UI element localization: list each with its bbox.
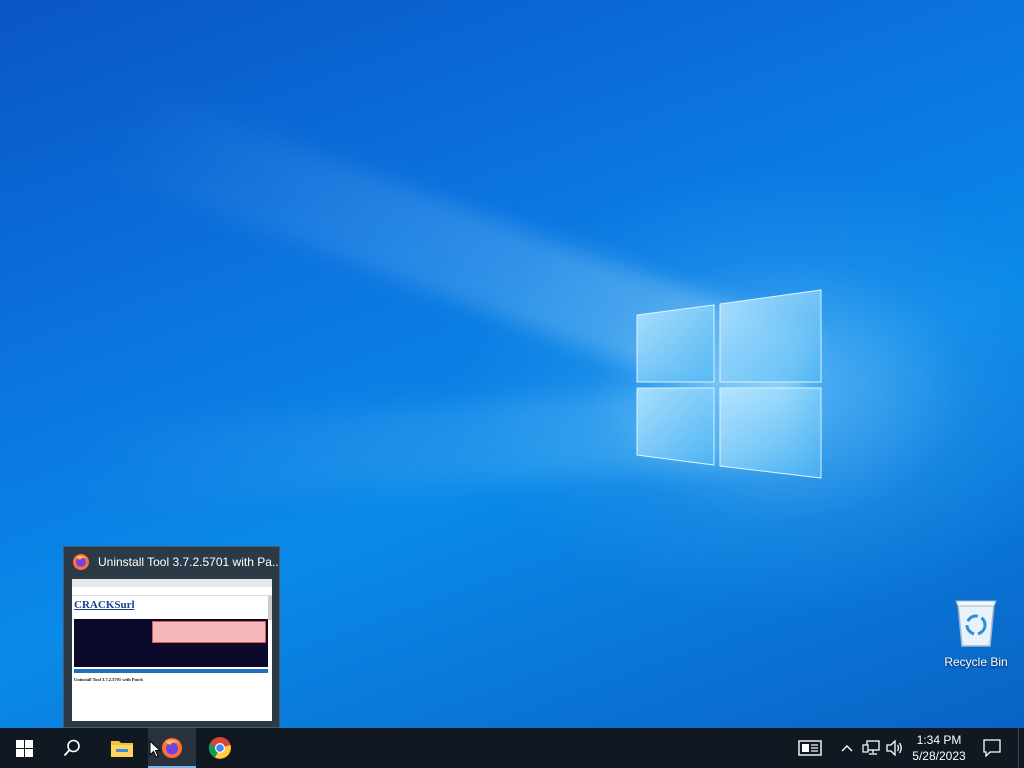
firefox-icon (162, 738, 182, 758)
volume-button[interactable] (884, 728, 906, 768)
windows-start-icon (15, 739, 33, 757)
recycle-bin-icon (955, 600, 997, 647)
start-button[interactable] (0, 728, 48, 768)
network-button[interactable] (860, 728, 882, 768)
taskbar-file-explorer[interactable] (98, 728, 146, 768)
thumbnail-banner (74, 619, 268, 667)
desktop-icon-recycle-bin[interactable]: Recycle Bin (938, 598, 1014, 676)
desktop-background: Recycle Bin Uninstall Tool 3.7.2.5701 wi… (0, 0, 1024, 728)
mouse-cursor-icon (149, 740, 161, 758)
network-icon (862, 740, 880, 755)
chevron-up-icon (841, 745, 853, 752)
thumbnail-scrollbar (268, 596, 272, 620)
news-icon (798, 740, 822, 756)
thumbnail-url-bar (72, 587, 272, 596)
taskbar-thumbnail-preview[interactable]: Uninstall Tool 3.7.2.5701 with Pa... CRA… (63, 546, 280, 728)
news-and-interests-button[interactable] (794, 728, 826, 768)
show-hidden-icons-button[interactable] (837, 728, 857, 768)
clock-date: 5/28/2023 (912, 749, 966, 763)
action-center-button[interactable] (978, 728, 1006, 768)
folder-icon (111, 741, 133, 757)
thumbnail-page-heading: Uninstall Tool 3.7.2.5701 with Patch (74, 677, 143, 682)
recycle-bin-label: Recycle Bin (944, 655, 1008, 669)
chrome-icon (208, 737, 231, 759)
search-icon (63, 739, 80, 757)
clock-time: 1:34 PM (916, 733, 962, 747)
firefox-icon (73, 554, 89, 570)
thumbnail-title: Uninstall Tool 3.7.2.5701 with Pa... (98, 555, 278, 569)
thumbnail-title-row: Uninstall Tool 3.7.2.5701 with Pa... (64, 547, 279, 577)
thumbnail-site-name: CRACKSurl (74, 599, 135, 611)
taskbar-chrome[interactable] (196, 728, 244, 768)
show-desktop-button[interactable] (1018, 728, 1024, 768)
clock-button[interactable]: 1:34 PM 5/28/2023 (906, 728, 972, 768)
volume-icon (886, 740, 902, 756)
search-button[interactable] (48, 728, 96, 768)
windows-logo-wallpaper (636, 289, 822, 479)
thumbnail-divider (74, 669, 268, 673)
notification-icon (983, 739, 1001, 757)
thumbnail-tab-bar (72, 579, 272, 587)
thumbnail-alert-box (152, 621, 266, 643)
thumbnail-page-image[interactable]: CRACKSurl Uninstall Tool 3.7.2.5701 with… (72, 579, 272, 721)
